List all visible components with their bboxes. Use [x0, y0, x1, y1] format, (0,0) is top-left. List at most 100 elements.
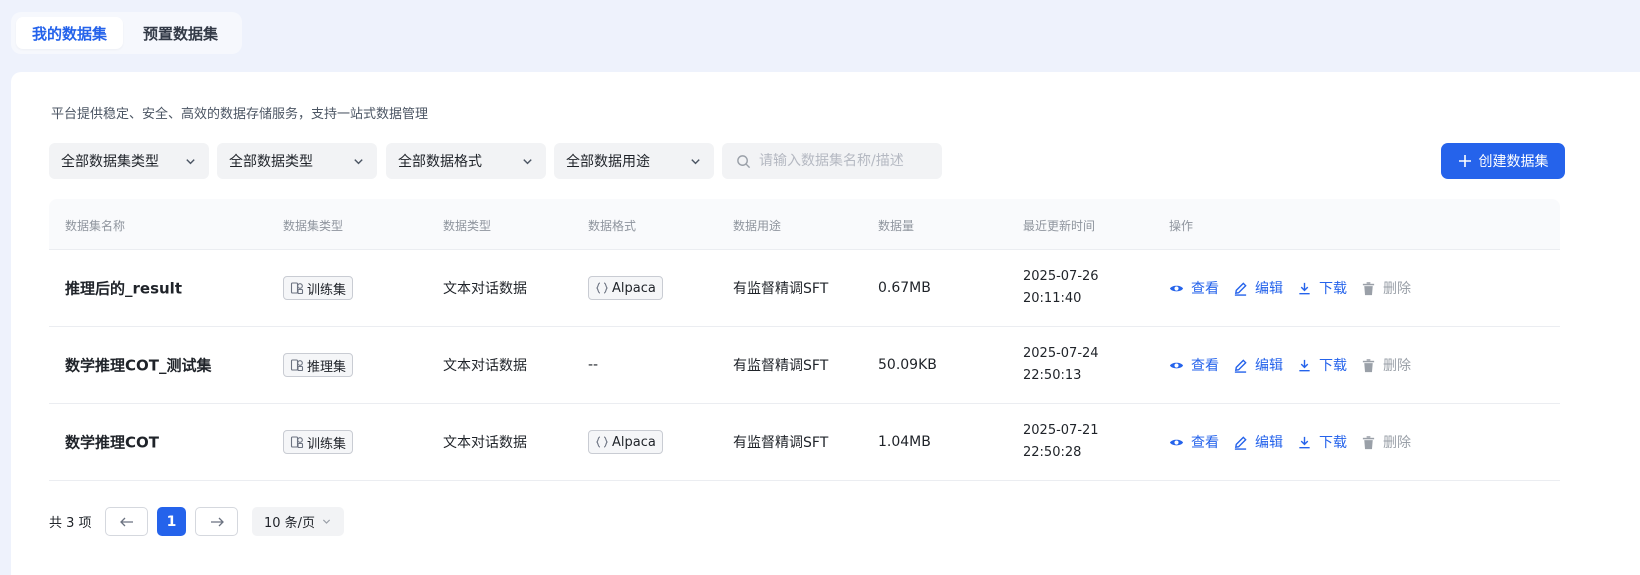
column-header-name: 数据集名称 — [65, 219, 126, 233]
usage-cell: 有监督精调SFT — [733, 281, 829, 297]
set-type-cell: 训练集 — [283, 430, 354, 454]
table-row: 数学推理COT_测试集 推理集 文本对话数据 -- 有监督精调SFT 50.09… — [49, 327, 1560, 404]
tab-my-datasets[interactable]: 我的数据集 — [16, 17, 124, 49]
search-box — [722, 143, 942, 179]
search-input[interactable] — [759, 153, 929, 169]
dataset-icon — [290, 436, 304, 449]
column-header-size: 数据量 — [878, 219, 915, 233]
eye-icon — [1169, 362, 1184, 368]
chevron-down-icon — [523, 158, 532, 164]
main-panel: 平台提供稳定、安全、高效的数据存储服务，支持一站式数据管理 全部数据集类型 全部… — [11, 72, 1640, 575]
filter-data-usage-value: 全部数据用途 — [566, 154, 650, 170]
total-count: 共 3 项 — [49, 516, 92, 531]
prev-page-button[interactable] — [105, 507, 148, 536]
size-cell: 1.04MB — [878, 434, 931, 450]
download-button[interactable]: 下载 — [1297, 355, 1347, 375]
table-header: 数据集名称 数据集类型 数据类型 数据格式 数据用途 数据量 最近更新时间 操作 — [49, 199, 1560, 250]
format-cell: -- — [588, 357, 599, 373]
column-header-usage: 数据用途 — [733, 219, 782, 233]
updated-date: 2025-07-21 — [1023, 423, 1099, 438]
data-type-cell: 文本对话数据 — [443, 358, 527, 374]
data-type-cell: 文本对话数据 — [443, 435, 527, 451]
trash-icon — [1362, 435, 1375, 449]
format-cell: Alpaca — [588, 276, 663, 300]
set-type-cell: 训练集 — [283, 276, 354, 300]
table-row: 数学推理COT 训练集 文本对话数据 Alpaca 有监督精调SFT 1.04M… — [49, 404, 1560, 481]
tab-preset-datasets[interactable]: 预置数据集 — [127, 17, 234, 49]
updated-time-cell: 2025-07-26 20:11:40 — [1023, 266, 1099, 310]
arrow-right-icon — [210, 517, 224, 526]
filter-dataset-type[interactable]: 全部数据集类型 — [49, 143, 209, 179]
updated-time-cell: 2025-07-24 22:50:13 — [1023, 343, 1099, 387]
download-icon — [1299, 436, 1310, 448]
edit-button[interactable]: 编辑 — [1233, 278, 1283, 298]
set-type-tag: 推理集 — [283, 353, 354, 377]
dataset-name[interactable]: 数学推理COT — [65, 432, 159, 453]
updated-date: 2025-07-24 — [1023, 346, 1099, 361]
column-header-actions: 操作 — [1169, 219, 1194, 233]
edit-button[interactable]: 编辑 — [1233, 432, 1283, 452]
usage-cell: 有监督精调SFT — [733, 435, 829, 451]
eye-icon — [1169, 285, 1184, 291]
filter-data-usage[interactable]: 全部数据用途 — [554, 143, 714, 179]
pencil-icon — [1234, 281, 1247, 296]
chevron-down-icon — [354, 158, 363, 164]
size-cell: 50.09KB — [878, 357, 937, 373]
updated-clock: 22:50:28 — [1023, 445, 1082, 460]
set-type-cell: 推理集 — [283, 353, 354, 377]
page-size-select[interactable]: 10 条/页 — [252, 507, 344, 536]
trash-icon — [1362, 358, 1375, 372]
updated-clock: 22:50:13 — [1023, 368, 1082, 383]
format-tag: Alpaca — [588, 276, 663, 300]
pagination: 共 3 项 1 10 条/页 — [49, 506, 449, 536]
search-icon — [737, 154, 751, 168]
column-header-data-type: 数据类型 — [443, 219, 492, 233]
delete-button[interactable]: 删除 — [1361, 355, 1411, 375]
download-button[interactable]: 下载 — [1297, 278, 1347, 298]
view-button[interactable]: 查看 — [1169, 278, 1219, 298]
delete-button[interactable]: 删除 — [1361, 278, 1411, 298]
page-number-button[interactable]: 1 — [157, 507, 186, 536]
filter-data-type[interactable]: 全部数据类型 — [217, 143, 377, 179]
column-header-set-type: 数据集类型 — [283, 219, 344, 233]
trash-icon — [1362, 281, 1375, 295]
dataset-name[interactable]: 推理后的_result — [65, 278, 182, 299]
size-cell: 0.67MB — [878, 280, 931, 296]
next-page-button[interactable] — [195, 507, 238, 536]
format-cell: Alpaca — [588, 430, 663, 454]
row-actions: 查看 编辑 下载 删除 — [1169, 355, 1411, 375]
view-button[interactable]: 查看 — [1169, 432, 1219, 452]
dataset-name[interactable]: 数学推理COT_测试集 — [65, 355, 212, 376]
dataset-icon — [290, 359, 304, 372]
create-dataset-button[interactable]: 创建数据集 — [1441, 143, 1565, 179]
row-actions: 查看 编辑 下载 删除 — [1169, 278, 1411, 298]
chevron-down-icon — [691, 158, 700, 164]
create-dataset-label: 创建数据集 — [1478, 154, 1549, 170]
chevron-down-icon — [186, 158, 195, 164]
filter-data-type-value: 全部数据类型 — [229, 154, 313, 170]
filter-dataset-type-value: 全部数据集类型 — [61, 154, 159, 170]
updated-time-cell: 2025-07-21 22:50:28 — [1023, 420, 1099, 464]
updated-clock: 20:11:40 — [1023, 291, 1082, 306]
braces-icon — [596, 436, 608, 448]
filter-data-format-value: 全部数据格式 — [398, 154, 482, 170]
filter-data-format[interactable]: 全部数据格式 — [386, 143, 546, 179]
plus-icon — [1458, 155, 1471, 167]
braces-icon — [596, 282, 608, 294]
column-header-updated: 最近更新时间 — [1023, 219, 1096, 233]
dataset-table: 数据集名称 数据集类型 数据类型 数据格式 数据用途 数据量 最近更新时间 操作… — [49, 199, 1560, 481]
chevron-down-icon — [322, 519, 331, 524]
view-button[interactable]: 查看 — [1169, 355, 1219, 375]
download-button[interactable]: 下载 — [1297, 432, 1347, 452]
usage-cell: 有监督精调SFT — [733, 358, 829, 374]
set-type-tag: 训练集 — [283, 430, 354, 454]
data-type-cell: 文本对话数据 — [443, 281, 527, 297]
download-icon — [1299, 359, 1310, 371]
page-description: 平台提供稳定、安全、高效的数据存储服务，支持一站式数据管理 — [51, 107, 429, 122]
eye-icon — [1169, 439, 1184, 445]
set-type-tag: 训练集 — [283, 276, 354, 300]
edit-button[interactable]: 编辑 — [1233, 355, 1283, 375]
table-row: 推理后的_result 训练集 文本对话数据 Alpaca 有监督精调SFT 0… — [49, 250, 1560, 327]
row-actions: 查看 编辑 下载 删除 — [1169, 432, 1411, 452]
delete-button[interactable]: 删除 — [1361, 432, 1411, 452]
